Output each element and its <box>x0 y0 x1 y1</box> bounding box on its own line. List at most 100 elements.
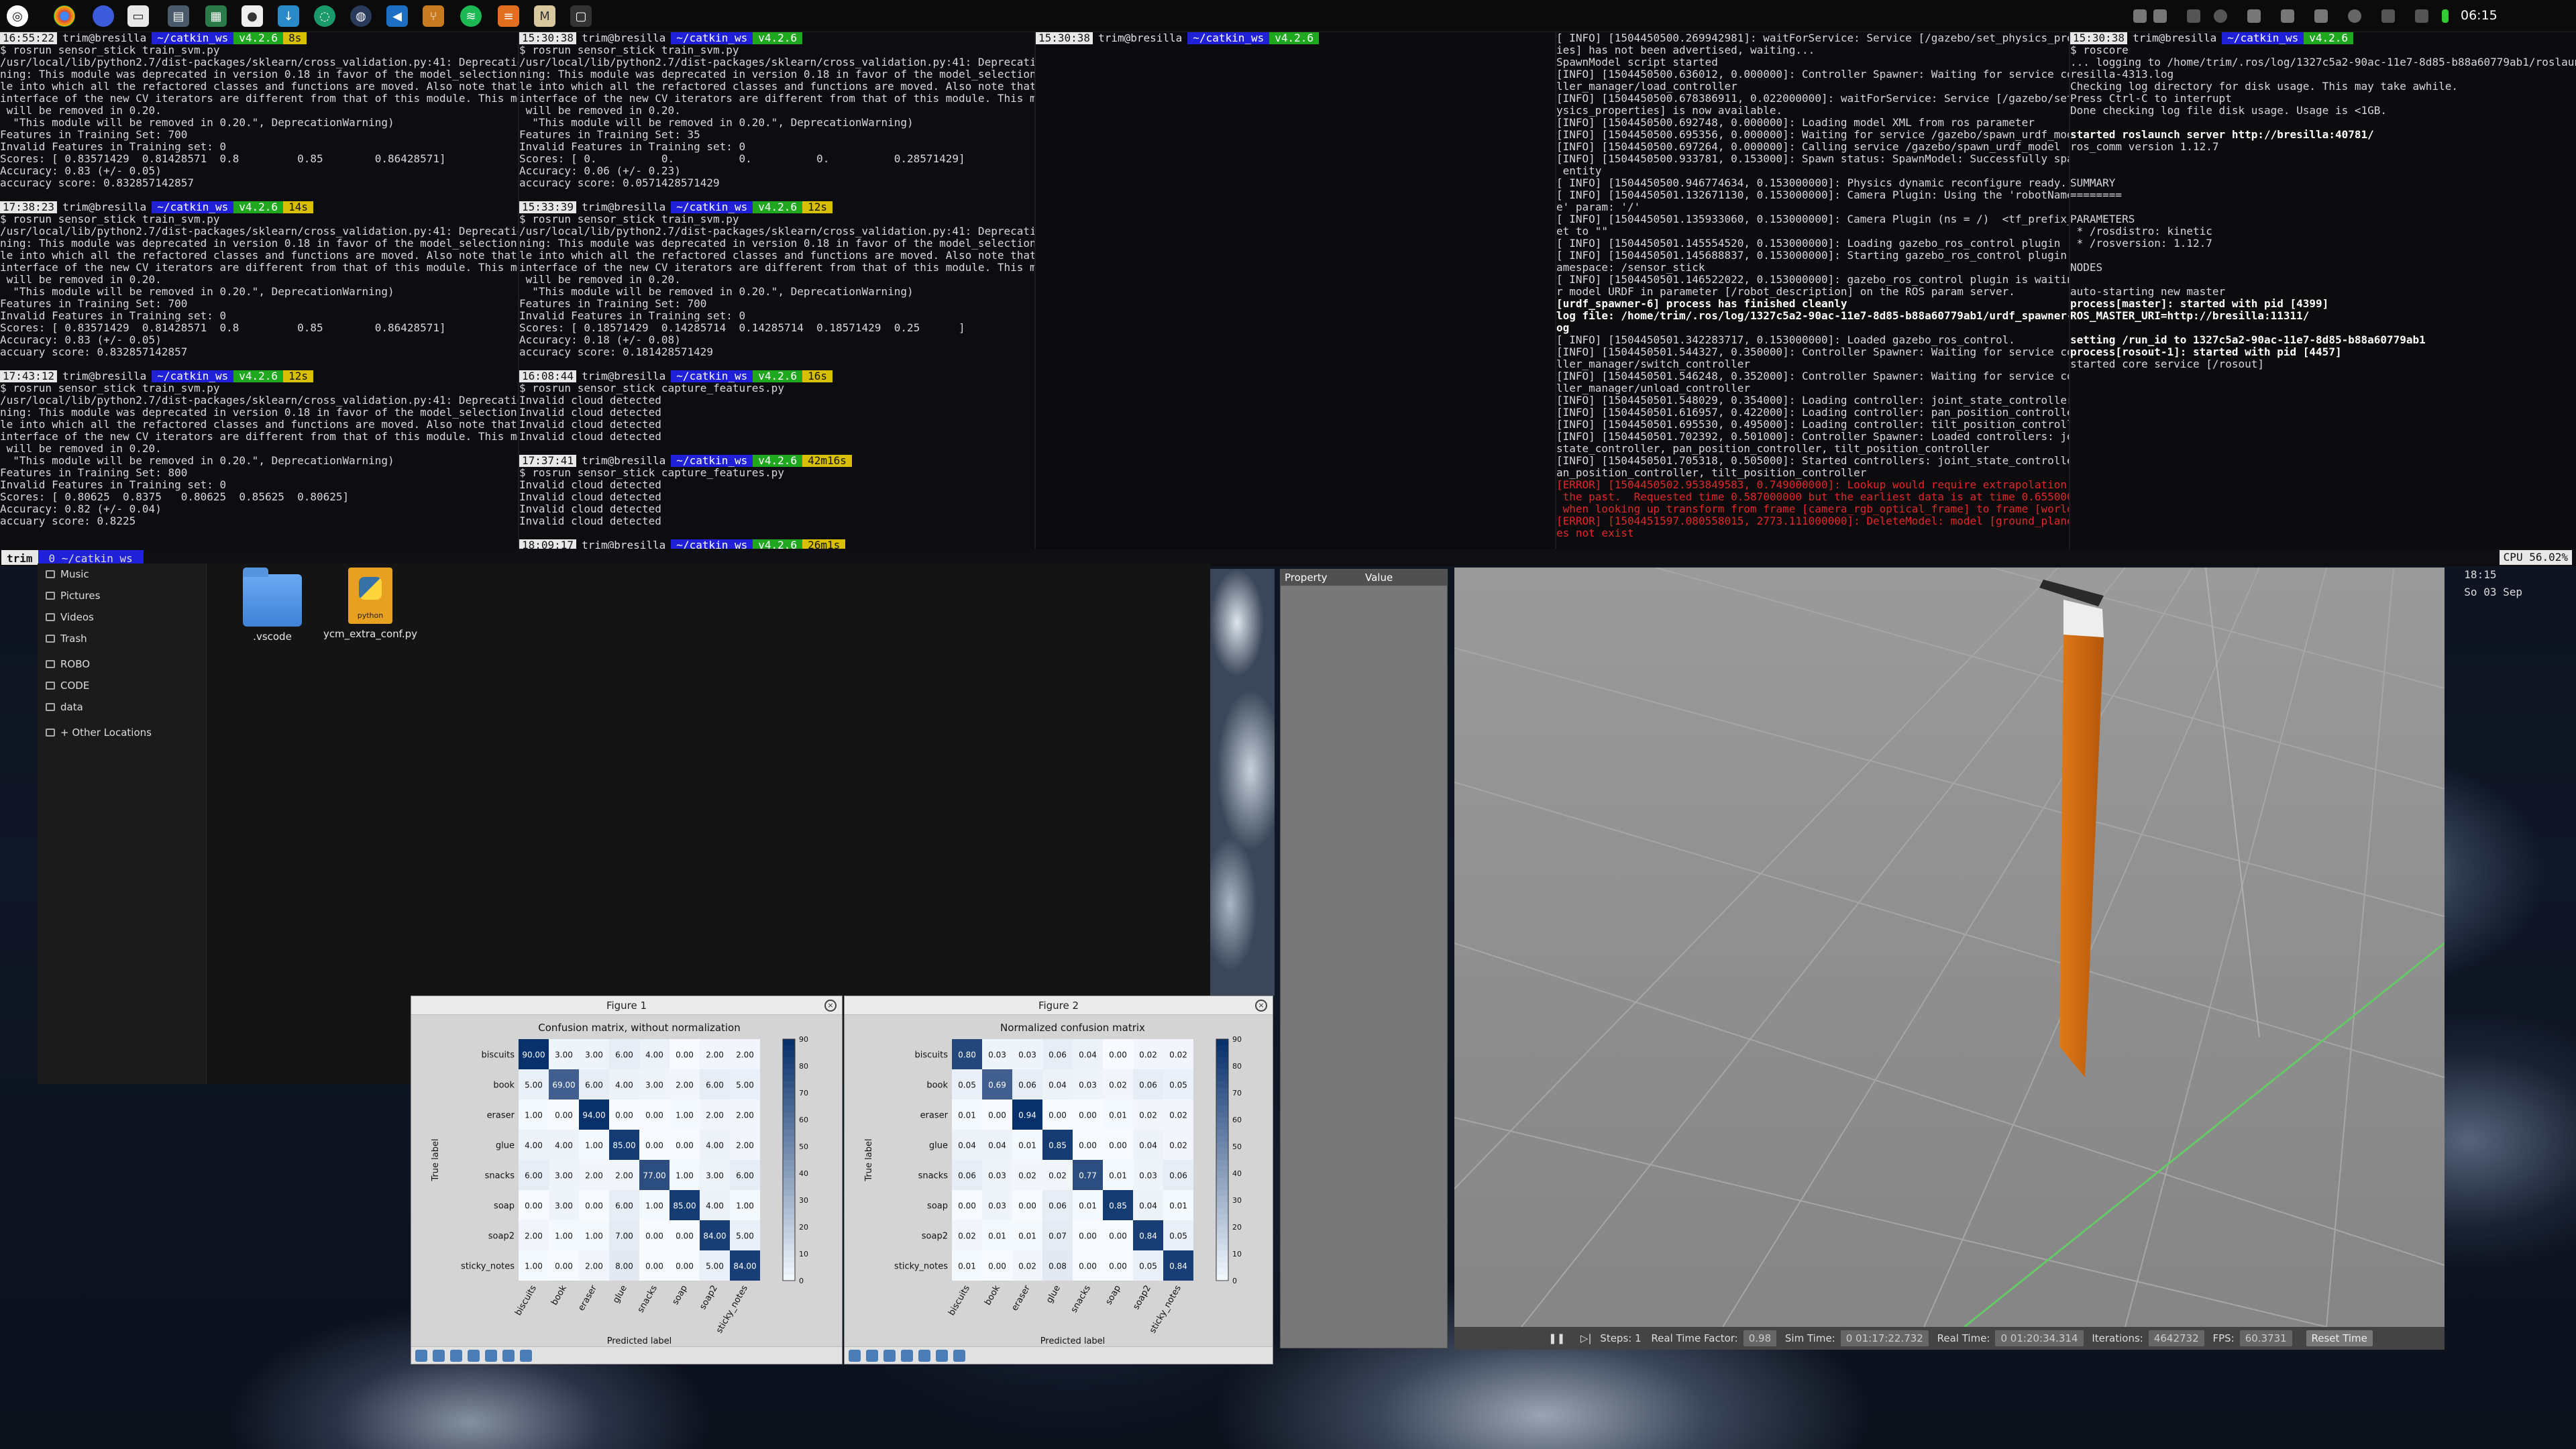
spotify-icon[interactable]: ≋ <box>460 5 482 27</box>
prompt-version: v4.2.6 <box>753 370 803 382</box>
terminal-output-line: Done checking log file disk usage. Usage… <box>2070 105 2387 117</box>
session-name[interactable]: trim <box>1 550 38 565</box>
prompt-version: v4.2.6 <box>753 201 803 213</box>
zoom-icon[interactable] <box>918 1350 930 1362</box>
fps-label: FPS: <box>2212 1332 2235 1344</box>
cell-value: 0.00 <box>1109 1051 1127 1060</box>
chrome-icon[interactable] <box>54 5 75 27</box>
cell-value: 0.02 <box>1018 1171 1036 1181</box>
colorbar-segment <box>783 1238 795 1245</box>
forward-icon[interactable] <box>883 1350 896 1362</box>
document-icon[interactable]: M <box>534 5 555 27</box>
search-tray-icon[interactable] <box>2153 9 2167 23</box>
value-column[interactable]: Value <box>1361 570 1442 586</box>
forward-icon[interactable] <box>450 1350 462 1362</box>
sidebar-item-robo[interactable]: ROBO <box>38 653 206 675</box>
status-tray-icon[interactable] <box>2214 9 2227 23</box>
colorbar-segment <box>1216 1093 1228 1100</box>
close-icon[interactable]: × <box>1255 1000 1267 1012</box>
configure-icon[interactable] <box>936 1350 948 1362</box>
screenshot-tray-icon[interactable] <box>2281 9 2294 23</box>
steps-control[interactable]: Steps: 1 <box>1595 1332 1641 1344</box>
sidebar-item-music[interactable]: Music <box>38 564 206 585</box>
pan-icon[interactable] <box>468 1350 480 1362</box>
back-icon[interactable] <box>866 1350 878 1362</box>
home-icon[interactable] <box>415 1350 427 1362</box>
terminal-output-line: * /rosversion: 1.12.7 <box>2070 237 2212 250</box>
back-icon[interactable] <box>433 1350 445 1362</box>
music-icon <box>46 570 55 578</box>
git-icon[interactable]: ⑂ <box>423 5 444 27</box>
file-item-vscode[interactable]: .vscode <box>219 568 326 643</box>
github-icon[interactable]: ● <box>241 5 263 27</box>
reset-time-button[interactable]: Reset Time <box>2306 1330 2373 1346</box>
y-tick-label: soap2 <box>488 1232 515 1242</box>
terminal-pane-train-svm[interactable]: 16:55:22 trim@bresilla ~/catkin_ws v4.2.6 8s… <box>0 32 519 558</box>
pan-icon[interactable] <box>901 1350 913 1362</box>
file-item-ycm-conf[interactable]: python ycm_extra_conf.py <box>317 568 424 640</box>
save-icon[interactable] <box>520 1350 532 1362</box>
terminal-pane-gazebo-log[interactable]: [ INFO] [1504450500.269942981]: waitForS… <box>1556 32 2070 558</box>
app-menu-icon[interactable]: ◎ <box>7 5 28 27</box>
sidebar-item-videos[interactable]: Videos <box>38 606 206 628</box>
colorbar-segment <box>783 1166 795 1173</box>
sidebar-item-code[interactable]: CODE <box>38 675 206 696</box>
sublime-icon[interactable]: ≡ <box>498 5 519 27</box>
chat-tray-icon[interactable] <box>2247 9 2261 23</box>
zoom-icon[interactable] <box>485 1350 497 1362</box>
save-icon[interactable] <box>953 1350 965 1362</box>
y-tick-label: glue <box>496 1141 515 1151</box>
bluetooth-tray-icon[interactable] <box>2348 9 2361 23</box>
home-icon[interactable] <box>849 1350 861 1362</box>
network-tray-icon[interactable] <box>2314 9 2328 23</box>
close-icon[interactable]: × <box>824 1000 837 1012</box>
terminal-output-line: [INFO] [1504450501.544327, 0.350000]: Co… <box>1556 346 2069 358</box>
colorbar-segment <box>783 1099 795 1106</box>
terminal-output-line: le into which all the refactored classes… <box>0 419 518 431</box>
terminal-pane-empty[interactable]: 15:30:38 trim@bresilla ~/catkin_ws v4.2.6 <box>1036 32 1556 558</box>
cell-value: 3.00 <box>555 1201 573 1211</box>
terminal-output-line: ller_manager/load_controller <box>1556 80 1737 93</box>
firefox-icon[interactable] <box>93 5 114 27</box>
terminal-icon[interactable]: ▤ <box>168 5 189 27</box>
prompt-host: trim@bresilla <box>62 201 147 213</box>
figure-title-bar[interactable]: Figure 1 × <box>411 996 842 1015</box>
colorbar-segment <box>1216 1112 1228 1118</box>
window-icon[interactable]: ▢ <box>570 5 592 27</box>
spreadsheet-icon[interactable]: ▦ <box>205 5 227 27</box>
cell-value: 85.00 <box>612 1141 635 1150</box>
terminal-pane-roscore[interactable]: 15:30:38 trim@bresilla ~/catkin_ws v4.2.6 $ … <box>2070 32 2576 558</box>
step-icon[interactable]: ▷| <box>1568 1332 1592 1344</box>
window-name[interactable]: 0 ~/catkin_ws <box>38 550 144 565</box>
sidebar-item-pictures[interactable]: Pictures <box>38 585 206 606</box>
settings-icon[interactable]: ◍ <box>350 5 372 27</box>
terminal-output-line: when looking up transform from frame [ca… <box>1556 503 2069 515</box>
terminal-pane-capture[interactable]: 15:30:38 trim@bresilla ~/catkin_ws v4.2.6 $ … <box>519 32 1036 558</box>
vscode-icon[interactable]: ◀ <box>386 5 408 27</box>
cell-value: 0.00 <box>676 1051 694 1060</box>
grid-tray-icon[interactable] <box>2187 9 2200 23</box>
sidebar-item-data[interactable]: data <box>38 696 206 718</box>
pause-icon[interactable]: ❚❚ <box>1454 1332 1565 1344</box>
terminal-output-line: "This module will be removed in 0.20.", … <box>0 117 394 129</box>
wifi-tray-icon[interactable] <box>2415 9 2428 23</box>
download-icon[interactable]: ↓ <box>278 5 299 27</box>
sidebar-item-trash[interactable]: Trash <box>38 628 206 649</box>
gazebo-scene[interactable] <box>1454 568 2445 1328</box>
configure-icon[interactable] <box>502 1350 515 1362</box>
volume-tray-icon[interactable] <box>2381 9 2395 23</box>
colorbar-segment <box>1216 1208 1228 1215</box>
gazebo-viewport[interactable]: ❚❚ ▷| Steps: 1 Real Time Factor: 0.98 Sim… <box>1454 568 2445 1350</box>
vpn-icon[interactable]: ◌ <box>314 5 335 27</box>
cell-value: 4.00 <box>555 1141 573 1150</box>
figure-title-bar[interactable]: Figure 2 × <box>845 996 1273 1015</box>
terminal-output-line: process[master]: started with pid [4399] <box>2070 298 2329 310</box>
sidebar-item-other-locations[interactable]: + Other Locations <box>38 722 206 743</box>
battery-tray-icon[interactable] <box>2442 9 2449 23</box>
files-icon[interactable]: ▭ <box>127 5 149 27</box>
property-column[interactable]: Property <box>1281 570 1361 586</box>
clock[interactable]: 06:15 <box>2461 8 2498 23</box>
power-tray-icon[interactable] <box>2133 9 2147 23</box>
